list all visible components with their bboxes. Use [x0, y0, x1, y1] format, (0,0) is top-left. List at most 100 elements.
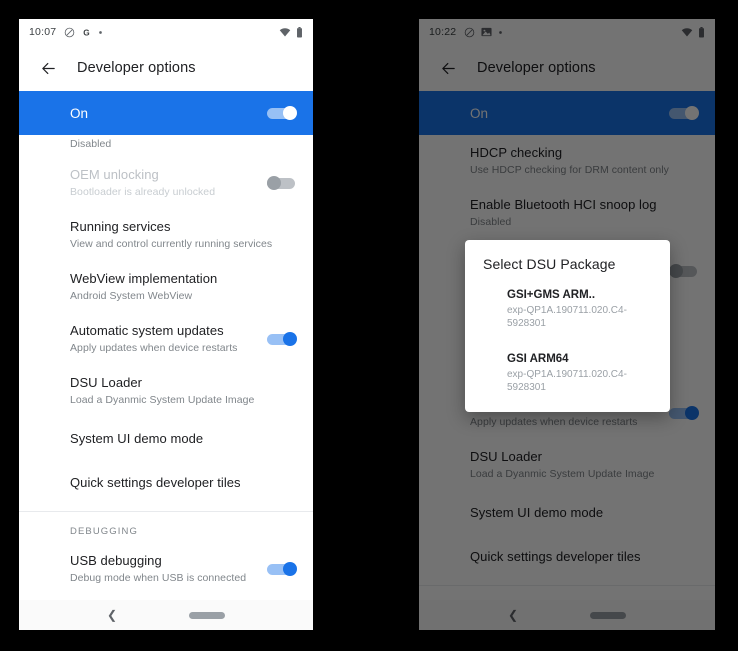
wifi-icon: [681, 27, 693, 37]
screenshot-icon: [481, 27, 492, 37]
oem-unlocking-toggle[interactable]: [267, 176, 297, 190]
status-bar-clock: 10:07: [29, 26, 57, 38]
dnd-icon: [464, 27, 475, 38]
nav-home-pill[interactable]: [590, 611, 627, 619]
list-item-enable-bluetooth-hci-snoop-log[interactable]: Enable Bluetooth HCI snoop log Disabled: [419, 187, 715, 239]
dialog-title: Select DSU Package: [483, 256, 616, 272]
list-item-running-services[interactable]: Running services View and control curren…: [19, 209, 313, 261]
list-item-system-ui-demo-mode[interactable]: System UI demo mode: [419, 491, 715, 535]
list-item-subtitle: Bootloader is already unlocked: [70, 186, 216, 198]
right-phone-screenshot: 10:22 Developer options On HDCP checking…: [419, 19, 715, 630]
list-item-partial: Disabled: [19, 135, 313, 157]
status-bar-clock: 10:22: [429, 26, 457, 38]
list-item-title: Enable Bluetooth HCI snoop log: [470, 197, 657, 212]
system-navigation-bar: ❮: [419, 600, 715, 630]
developer-options-master-switch-row[interactable]: On: [19, 91, 313, 135]
list-item-subtitle: Load a Dyanmic System Update Image: [470, 468, 655, 480]
toggle-thumb: [283, 562, 297, 576]
list-item-title: System UI demo mode: [70, 431, 204, 446]
list-item-system-ui-demo-mode[interactable]: System UI demo mode: [19, 417, 313, 461]
back-button[interactable]: [33, 53, 63, 83]
toggle-thumb: [267, 176, 281, 190]
list-item-webview-implementation[interactable]: WebView implementation Android System We…: [19, 261, 313, 313]
obscured-row-toggle[interactable]: [669, 264, 699, 278]
nav-home-pill[interactable]: [189, 611, 226, 619]
master-switch-toggle[interactable]: [267, 106, 297, 120]
back-arrow-icon: [41, 62, 55, 74]
battery-icon: [698, 26, 705, 38]
status-bar: 10:22: [419, 19, 715, 45]
list-item-title: System UI demo mode: [470, 505, 604, 520]
toggle-thumb: [669, 264, 683, 278]
settings-list: Disabled OEM unlocking Bootloader is alr…: [19, 135, 313, 630]
select-dsu-package-dialog: Select DSU Package GSI+GMS ARM.. exp-QP1…: [465, 240, 670, 412]
wifi-icon: [279, 27, 291, 37]
dialog-option-description: exp-QP1A.190711.020.C4-5928301: [507, 369, 627, 393]
page-title: Developer options: [477, 60, 596, 76]
list-item-quick-settings-developer-tiles[interactable]: Quick settings developer tiles: [19, 461, 313, 505]
list-item-subtitle: Android System WebView: [70, 290, 193, 302]
list-item-title: Running services: [70, 219, 171, 234]
list-item-subtitle: Apply updates when device restarts: [70, 342, 238, 354]
list-item-title: Quick settings developer tiles: [70, 475, 241, 490]
status-bar: 10:07 G: [19, 19, 313, 45]
dialog-option-spacer: [465, 334, 670, 348]
list-item-quick-settings-developer-tiles[interactable]: Quick settings developer tiles: [419, 535, 715, 579]
list-item-title: WebView implementation: [70, 271, 218, 286]
dialog-option-name: GSI ARM64: [507, 353, 569, 365]
dot-icon: [498, 30, 503, 35]
back-arrow-icon: [441, 62, 455, 74]
master-switch-toggle[interactable]: [669, 106, 699, 120]
app-bar: Developer options: [19, 45, 313, 91]
svg-text:G: G: [84, 28, 91, 37]
list-item-usb-debugging[interactable]: USB debugging Debug mode when USB is con…: [19, 543, 313, 595]
list-item-subtitle: Disabled: [70, 138, 112, 150]
list-item-title: Automatic system updates: [70, 323, 224, 338]
nav-back-icon[interactable]: ❮: [107, 609, 117, 621]
right-phone-screen: 10:22 Developer options On HDCP checking…: [419, 19, 715, 630]
app-bar: Developer options: [419, 45, 715, 91]
toggle-thumb: [685, 406, 699, 420]
back-button[interactable]: [433, 53, 463, 83]
list-item-dsu-loader[interactable]: DSU Loader Load a Dyanmic System Update …: [419, 439, 715, 491]
list-item-automatic-system-updates[interactable]: Automatic system updates Apply updates w…: [19, 313, 313, 365]
list-item-subtitle: Use HDCP checking for DRM content only: [470, 164, 669, 176]
toggle-thumb: [283, 106, 297, 120]
usb-debugging-toggle[interactable]: [267, 562, 297, 576]
developer-options-master-switch-row[interactable]: On: [419, 91, 715, 135]
list-item-subtitle: Disabled: [470, 216, 512, 228]
list-item-title: Quick settings developer tiles: [470, 549, 641, 564]
list-item-subtitle: Debug mode when USB is connected: [70, 572, 247, 584]
dialog-option-gsi-arm64[interactable]: GSI ARM64 exp-QP1A.190711.020.C4-5928301: [465, 348, 670, 398]
system-navigation-bar: ❮: [19, 600, 313, 630]
battery-icon: [296, 26, 303, 38]
dnd-icon: [64, 27, 75, 38]
list-item-hdcp-checking[interactable]: HDCP checking Use HDCP checking for DRM …: [419, 135, 715, 187]
dialog-option-gsi-gms-arm[interactable]: GSI+GMS ARM.. exp-QP1A.190711.020.C4-592…: [465, 284, 670, 334]
google-icon: G: [81, 27, 92, 38]
list-item-title: DSU Loader: [470, 449, 543, 464]
list-item-title: DSU Loader: [70, 375, 143, 390]
dialog-option-name: GSI+GMS ARM..: [507, 289, 596, 301]
list-item-subtitle: Load a Dyanmic System Update Image: [70, 394, 255, 406]
toggle-thumb: [685, 106, 699, 120]
list-item-dsu-loader[interactable]: DSU Loader Load a Dyanmic System Update …: [19, 365, 313, 417]
list-item-oem-unlocking[interactable]: OEM unlocking Bootloader is already unlo…: [19, 157, 313, 209]
nav-back-icon[interactable]: ❮: [508, 609, 518, 621]
list-item-title: USB debugging: [70, 553, 162, 568]
toggle-thumb: [283, 332, 297, 346]
dot-icon: [98, 30, 103, 35]
screenshot-canvas: 10:07 G Developer options On Disabled OE…: [0, 0, 738, 651]
section-header-debugging: Debugging: [70, 526, 138, 537]
page-title: Developer options: [77, 60, 196, 76]
list-item-subtitle: View and control currently running servi…: [70, 238, 273, 250]
list-item-title: HDCP checking: [470, 145, 563, 160]
list-item-title: OEM unlocking: [70, 167, 159, 182]
automatic-system-updates-toggle[interactable]: [669, 406, 699, 420]
dialog-option-description: exp-QP1A.190711.020.C4-5928301: [507, 305, 627, 329]
automatic-system-updates-toggle[interactable]: [267, 332, 297, 346]
left-phone-screenshot: 10:07 G Developer options On Disabled OE…: [19, 19, 313, 630]
left-phone-screen: 10:07 G Developer options On Disabled OE…: [19, 19, 313, 630]
list-item-subtitle: Apply updates when device restarts: [470, 416, 638, 428]
master-switch-label: On: [70, 105, 89, 121]
